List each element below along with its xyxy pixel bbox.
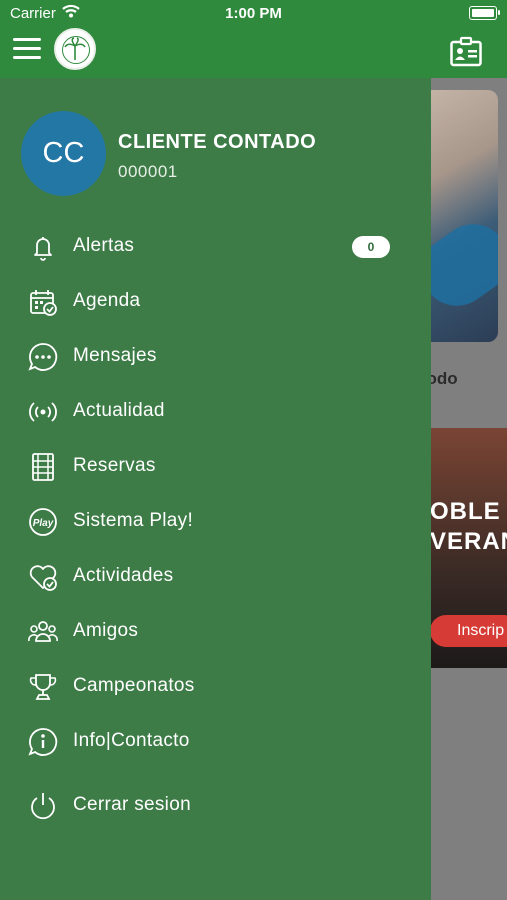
menu-label-info-contacto: Info|Contacto bbox=[73, 730, 190, 751]
menu-item-sistema-play[interactable]: Play Sistema Play! bbox=[0, 501, 431, 545]
avatar[interactable]: CC bbox=[21, 111, 106, 196]
status-time: 1:00 PM bbox=[225, 5, 282, 22]
menu-label-amigos: Amigos bbox=[73, 620, 139, 641]
menu-label-sistema-play: Sistema Play! bbox=[73, 510, 194, 531]
info-icon bbox=[27, 726, 59, 758]
profile-name: CLIENTE CONTADO bbox=[118, 131, 317, 153]
broadcast-icon bbox=[27, 396, 59, 428]
menu-item-agenda[interactable]: Agenda bbox=[0, 281, 431, 325]
menu-item-mensajes[interactable]: Mensajes bbox=[0, 336, 431, 380]
menu-item-cerrar-sesion[interactable]: Cerrar sesion bbox=[0, 785, 431, 829]
menu-label-campeonatos: Campeonatos bbox=[73, 675, 195, 696]
menu-label-actualidad: Actualidad bbox=[73, 400, 165, 421]
menu-label-alertas: Alertas bbox=[73, 235, 135, 256]
calendar-check-icon bbox=[27, 286, 59, 318]
profile-code: 000001 bbox=[118, 162, 178, 181]
navigation-drawer: CC CLIENTE CONTADO 000001 Alertas 0 Agen… bbox=[0, 78, 431, 900]
heart-check-icon bbox=[27, 561, 59, 593]
menu-label-cerrar-sesion: Cerrar sesion bbox=[73, 794, 191, 815]
menu-label-agenda: Agenda bbox=[73, 290, 141, 311]
bell-icon bbox=[27, 231, 59, 263]
group-icon bbox=[27, 616, 59, 648]
id-card-icon[interactable] bbox=[450, 36, 482, 72]
menu-item-amigos[interactable]: Amigos bbox=[0, 611, 431, 655]
play-badge-icon: Play bbox=[27, 506, 59, 538]
inscription-button[interactable]: Inscrip bbox=[430, 615, 507, 647]
trophy-icon bbox=[27, 671, 59, 703]
menu-item-alertas[interactable]: Alertas 0 bbox=[0, 226, 431, 270]
menu-item-info-contacto[interactable]: Info|Contacto bbox=[0, 721, 431, 765]
top-bar: Carrier 1:00 PM bbox=[0, 0, 507, 78]
status-bar: Carrier 1:00 PM bbox=[0, 0, 507, 28]
menu-item-actualidad[interactable]: Actualidad bbox=[0, 391, 431, 435]
menu-item-campeonatos[interactable]: Campeonatos bbox=[0, 666, 431, 710]
menu-item-reservas[interactable]: Reservas bbox=[0, 446, 431, 490]
court-icon bbox=[27, 451, 59, 483]
menu-label-actividades: Actividades bbox=[73, 565, 174, 586]
promo-title-line2: VERAN bbox=[430, 528, 507, 555]
chat-bubble-icon bbox=[27, 341, 59, 373]
battery-icon bbox=[469, 6, 500, 20]
menu-item-actividades[interactable]: Actividades bbox=[0, 556, 431, 600]
alerts-count-badge: 0 bbox=[352, 236, 390, 258]
club-logo[interactable] bbox=[54, 28, 96, 70]
menu-label-mensajes: Mensajes bbox=[73, 345, 157, 366]
power-icon bbox=[27, 790, 59, 822]
menu-label-reservas: Reservas bbox=[73, 455, 156, 476]
promo-title-line1: OBLE bbox=[430, 498, 501, 525]
menu-icon[interactable] bbox=[13, 38, 41, 60]
svg-text:Play: Play bbox=[33, 518, 54, 529]
